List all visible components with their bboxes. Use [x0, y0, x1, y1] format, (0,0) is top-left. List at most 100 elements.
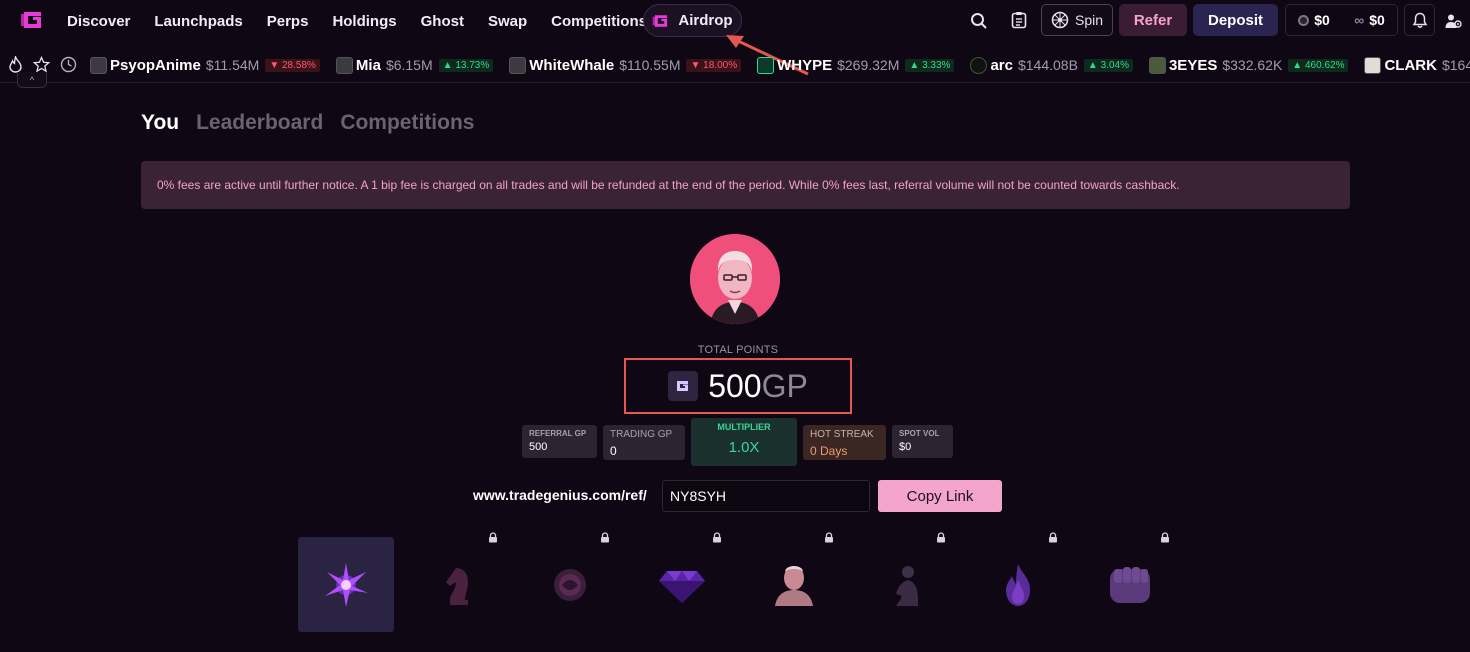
balances[interactable]: $0 ∞ $0 [1285, 4, 1398, 36]
stat-hot-streak: HOT STREAK 0 Days [803, 425, 886, 460]
knight-badge[interactable] [410, 532, 506, 632]
flame-icon[interactable] [8, 56, 23, 73]
ticker-item[interactable]: CLARK $164. [1364, 56, 1470, 74]
token-change: ▲ 3.33% [905, 58, 955, 72]
ticker-item[interactable]: WHYPE $269.32M ▲ 3.33% [757, 56, 955, 74]
stat-value: 0 Days [810, 444, 848, 458]
secondary-balance-value: $0 [1369, 12, 1385, 28]
token-mcap: $11.54M [205, 57, 260, 73]
fist-badge[interactable] [1082, 532, 1178, 632]
flame-badge[interactable] [970, 532, 1066, 632]
stat-referral-gp: REFERRAL GP 500 [522, 425, 597, 458]
nav-launchpads[interactable]: Launchpads [154, 13, 242, 30]
referral-url-prefix: www.tradegenius.com/ref/ [473, 487, 647, 503]
bust-badge[interactable] [746, 532, 842, 632]
token-mcap: $164. [1441, 57, 1470, 73]
nav-holdings[interactable]: Holdings [332, 13, 396, 30]
genius-logo-icon[interactable] [20, 9, 45, 31]
nav-ghost[interactable]: Ghost [421, 13, 464, 30]
collapse-ticker-button[interactable]: ^ [17, 72, 47, 88]
search-icon[interactable] [968, 10, 990, 32]
token-change-value: 3.33% [922, 59, 951, 71]
token-change-value: 460.62% [1304, 59, 1345, 71]
star-icon[interactable] [33, 56, 50, 73]
token-avatar [970, 56, 988, 74]
token-change: ▲ 3.04% [1083, 58, 1133, 72]
tab-competitions[interactable]: Competitions [340, 111, 474, 135]
spin-wheel-icon [1051, 11, 1069, 29]
airdrop-label: Airdrop [678, 12, 733, 29]
nav-links: Discover Launchpads Perps Holdings Ghost… [67, 0, 671, 42]
token-name: PsyopAnime [110, 56, 201, 74]
stat-label: HOT STREAK [810, 429, 874, 440]
stat-value: 0 [610, 444, 617, 458]
ticker-bar: PsyopAnime $11.54M ▼ 28.58% Mia $6.15M ▲… [0, 47, 1470, 83]
stat-label: TRADING GP [610, 429, 673, 440]
notifications-button[interactable] [1404, 4, 1435, 36]
spark-icon [325, 562, 368, 607]
nav-discover[interactable]: Discover [67, 13, 130, 30]
ticker-controls [8, 56, 77, 73]
token-change: ▲ 13.73% [438, 58, 494, 72]
nav-competitions[interactable]: Competitions [551, 13, 647, 30]
token-name: 3EYES [1168, 56, 1218, 74]
orb-badge[interactable] [522, 532, 618, 632]
ticker-item[interactable]: 3EYES $332.62K ▲ 460.62% [1148, 56, 1349, 74]
token-avatar [1148, 56, 1166, 74]
token-avatar [509, 56, 527, 74]
settings-icon[interactable] [1442, 10, 1464, 32]
token-change-value: 18.00% [703, 59, 738, 71]
total-points-label: TOTAL POINTS [697, 344, 779, 356]
primary-balance: $0 [1298, 12, 1330, 28]
lock-icon [601, 532, 609, 543]
deposit-button[interactable]: Deposit [1193, 4, 1278, 36]
statue-badge[interactable] [858, 532, 954, 632]
tab-you[interactable]: You [141, 111, 179, 135]
token-avatar [1364, 56, 1382, 74]
spark-badge[interactable] [298, 537, 394, 632]
bell-icon [1412, 12, 1427, 28]
tab-leaderboard[interactable]: Leaderboard [196, 111, 323, 135]
profile-portrait-icon [690, 234, 780, 324]
avatar[interactable] [690, 234, 780, 324]
diamond-badge[interactable] [634, 532, 730, 632]
lock-icon [937, 532, 945, 543]
stat-spot-vol: SPOT VOL $0 [892, 425, 953, 458]
nav-perps[interactable]: Perps [267, 13, 309, 30]
clipboard-icon[interactable] [1008, 9, 1030, 31]
referral-code-input[interactable] [662, 480, 870, 512]
fee-notice: 0% fees are active until further notice.… [141, 161, 1350, 209]
stat-value: 1.0X [728, 439, 760, 456]
token-avatar [335, 56, 353, 74]
stat-label: REFERRAL GP [529, 429, 587, 438]
token-mcap: $6.15M [385, 57, 433, 73]
token-change-value: 28.58% [282, 59, 316, 71]
stat-value: 500 [529, 441, 548, 453]
ticker-item[interactable]: Mia $6.15M ▲ 13.73% [335, 56, 494, 74]
points-unit: GP [761, 367, 808, 404]
spin-button[interactable]: Spin [1041, 4, 1113, 36]
ticker-item[interactable]: WhiteWhale $110.55M ▼ 18.00% [509, 56, 742, 74]
ticker-item[interactable]: arc $144.08B ▲ 3.04% [970, 56, 1133, 74]
nav-swap[interactable]: Swap [488, 13, 527, 30]
total-points-display: 500GP [624, 358, 852, 414]
token-avatar [90, 56, 107, 74]
infinity-icon: ∞ [1354, 12, 1365, 28]
token-change: ▼ 28.58% [265, 58, 320, 72]
lock-icon [713, 532, 721, 543]
ticker-item[interactable]: PsyopAnime $11.54M ▼ 28.58% [90, 56, 320, 74]
primary-balance-value: $0 [1314, 12, 1330, 28]
bust-icon [775, 565, 813, 606]
clock-icon[interactable] [60, 56, 77, 73]
token-name: WHYPE [777, 56, 833, 74]
lock-icon [825, 532, 833, 543]
stat-label: MULTIPLIER [717, 422, 771, 432]
token-name: CLARK [1384, 56, 1437, 74]
refer-button[interactable]: Refer [1119, 4, 1187, 36]
token-name: arc [990, 56, 1013, 74]
statue-icon [896, 565, 918, 606]
stat-trading-gp: TRADING GP 0 [603, 425, 685, 460]
orb-icon [554, 568, 586, 601]
token-change-value: 13.73% [455, 59, 490, 71]
copy-link-button[interactable]: Copy Link [878, 480, 1002, 512]
